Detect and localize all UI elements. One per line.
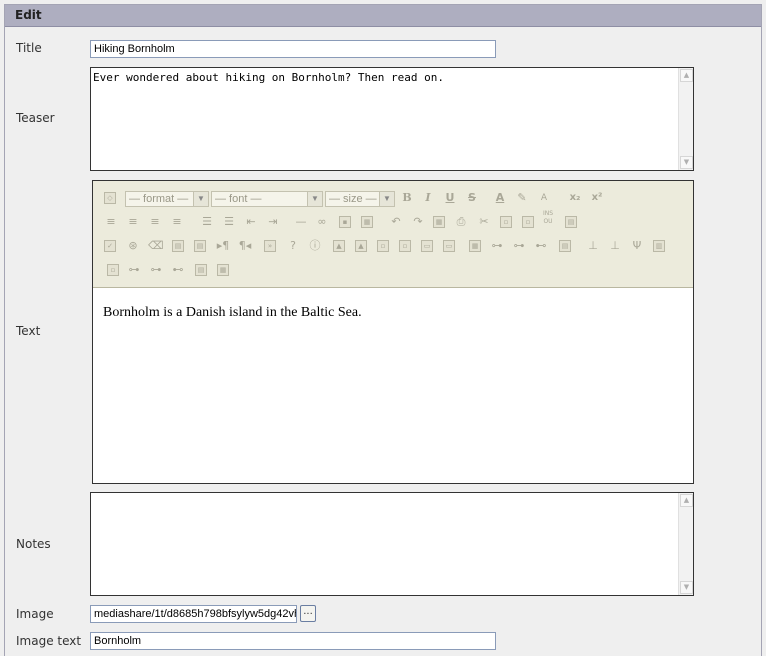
- underline-icon[interactable]: U: [443, 191, 457, 205]
- cell-properties-icon[interactable]: ▫: [107, 264, 119, 276]
- image-label: Image: [16, 607, 54, 621]
- panel-header: Edit: [5, 5, 761, 27]
- col-insert-after-icon[interactable]: ⊥: [608, 239, 622, 253]
- align-right-icon[interactable]: ≡: [148, 215, 162, 229]
- cut-icon[interactable]: ✂: [477, 215, 491, 229]
- subscript-icon[interactable]: x₂: [568, 191, 582, 205]
- form-icon[interactable]: ▫: [399, 240, 411, 252]
- textarea-icon[interactable]: ▭: [443, 240, 455, 252]
- font-settings-icon[interactable]: ⊛: [126, 239, 140, 253]
- strikethrough-icon[interactable]: S: [465, 191, 479, 205]
- rich-text-editor[interactable]: ◇ — format — ▼ — font — ▼ — size — ▼ B I U …: [92, 180, 694, 484]
- block-icon[interactable]: ▤: [172, 240, 184, 252]
- cell-delete-icon[interactable]: ⊷: [171, 263, 185, 277]
- paragraph-box-icon[interactable]: ▤: [194, 240, 206, 252]
- col-insert-before-icon[interactable]: ⊥: [586, 239, 600, 253]
- horizontal-rule-icon[interactable]: —: [294, 215, 308, 229]
- spellcheck-icon[interactable]: ✓: [104, 240, 116, 252]
- font-color-icon[interactable]: A: [493, 191, 507, 205]
- redo-icon[interactable]: ↷: [411, 215, 425, 229]
- title-input[interactable]: Hiking Bornholm: [90, 40, 496, 58]
- scroll-down-icon[interactable]: ▼: [680, 156, 693, 169]
- cell-split-icon[interactable]: ▦: [217, 264, 229, 276]
- chevron-down-icon: ▼: [193, 192, 208, 206]
- chevron-down-icon: ▼: [307, 192, 322, 206]
- ins-label: INS: [542, 210, 554, 217]
- title-label: Title: [16, 41, 42, 55]
- text-field-icon[interactable]: ▭: [421, 240, 433, 252]
- help-icon[interactable]: ?: [286, 239, 300, 253]
- row-properties-icon[interactable]: ▤: [559, 240, 571, 252]
- col-properties-icon[interactable]: ▥: [653, 240, 665, 252]
- bold-icon[interactable]: B: [400, 191, 414, 205]
- copy-icon[interactable]: ▫: [500, 216, 512, 228]
- scroll-up-icon[interactable]: ▲: [680, 494, 693, 507]
- chevron-down-icon: ▼: [379, 192, 394, 206]
- rtl-icon[interactable]: ¶◂: [238, 239, 252, 253]
- font-select-value: — font —: [215, 193, 262, 205]
- insert-media-icon[interactable]: ▲: [355, 240, 367, 252]
- text-label: Text: [16, 324, 41, 338]
- highlight-icon[interactable]: ✎: [515, 191, 529, 205]
- scroll-down-icon[interactable]: ▼: [680, 581, 693, 594]
- notes-textarea[interactable]: ▲ ▼: [90, 492, 694, 596]
- insert-overwrite-icon[interactable]: INS OU: [541, 210, 555, 225]
- image-icon[interactable]: ▪: [339, 216, 351, 228]
- font-size-icon[interactable]: A: [537, 191, 551, 205]
- table-icon[interactable]: ▦: [361, 216, 373, 228]
- eraser-icon[interactable]: ⌫: [148, 239, 164, 253]
- align-center-icon[interactable]: ≡: [126, 215, 140, 229]
- format-select[interactable]: — format — ▼: [125, 191, 209, 207]
- indent-icon[interactable]: ⇥: [266, 215, 280, 229]
- editor-toolbar: ◇ — format — ▼ — font — ▼ — size — ▼ B I U …: [93, 181, 693, 288]
- font-select[interactable]: — font — ▼: [211, 191, 323, 207]
- teaser-scrollbar[interactable]: ▲ ▼: [678, 68, 693, 170]
- ordered-list-icon[interactable]: ☰: [200, 215, 214, 229]
- paste-icon[interactable]: ▫: [522, 216, 534, 228]
- table-insert-icon[interactable]: ▦: [469, 240, 481, 252]
- scroll-up-icon[interactable]: ▲: [680, 69, 693, 82]
- unordered-list-icon[interactable]: ☰: [222, 215, 236, 229]
- print-icon[interactable]: ⎙: [454, 215, 468, 229]
- image-input[interactable]: mediashare/1t/d8685h798bfsylyw5dg42vh: [90, 605, 297, 623]
- row-insert-before-icon[interactable]: ⊶: [490, 239, 504, 253]
- browse-button[interactable]: ...: [300, 605, 316, 622]
- ltr-icon[interactable]: ▸¶: [216, 239, 230, 253]
- insert-image-icon[interactable]: ▲: [333, 240, 345, 252]
- notes-scrollbar[interactable]: ▲ ▼: [678, 493, 693, 595]
- notes-label: Notes: [16, 537, 51, 551]
- ou-label: OU: [543, 218, 553, 225]
- size-select-value: — size —: [329, 193, 377, 205]
- editor-content: Bornholm is a Danish island in the Balti…: [103, 305, 362, 320]
- info-icon[interactable]: ⓘ: [308, 239, 322, 253]
- teaser-label: Teaser: [16, 111, 55, 125]
- image-text-label: Image text: [16, 634, 82, 648]
- size-select[interactable]: — size — ▼: [325, 191, 395, 207]
- special-char-icon[interactable]: »: [264, 240, 276, 252]
- format-select-value: — format —: [129, 193, 189, 205]
- select-all-icon[interactable]: ▦: [433, 216, 445, 228]
- row-delete-icon[interactable]: ⊷: [534, 239, 548, 253]
- align-left-icon[interactable]: ≡: [104, 215, 118, 229]
- row-insert-after-icon[interactable]: ⊶: [512, 239, 526, 253]
- layers-icon[interactable]: ▤: [565, 216, 577, 228]
- cell-insert-before-icon[interactable]: ⊶: [127, 263, 141, 277]
- italic-icon[interactable]: I: [421, 191, 435, 205]
- edit-panel: Edit Title Hiking Bornholm Teaser Ever w…: [4, 4, 762, 656]
- align-justify-icon[interactable]: ≡: [170, 215, 184, 229]
- frame-icon[interactable]: ▫: [377, 240, 389, 252]
- html-source-icon[interactable]: ◇: [104, 192, 116, 204]
- outdent-icon[interactable]: ⇤: [244, 215, 258, 229]
- cell-merge-icon[interactable]: ▤: [195, 264, 207, 276]
- image-text-input[interactable]: Bornholm: [90, 632, 496, 650]
- teaser-text: Ever wondered about hiking on Bornholm? …: [93, 71, 444, 84]
- cell-insert-after-icon[interactable]: ⊶: [149, 263, 163, 277]
- link-icon[interactable]: ∞: [315, 215, 329, 229]
- teaser-textarea[interactable]: Ever wondered about hiking on Bornholm? …: [90, 67, 694, 171]
- superscript-icon[interactable]: x²: [590, 191, 604, 205]
- col-delete-icon[interactable]: Ψ: [630, 239, 644, 253]
- undo-icon[interactable]: ↶: [389, 215, 403, 229]
